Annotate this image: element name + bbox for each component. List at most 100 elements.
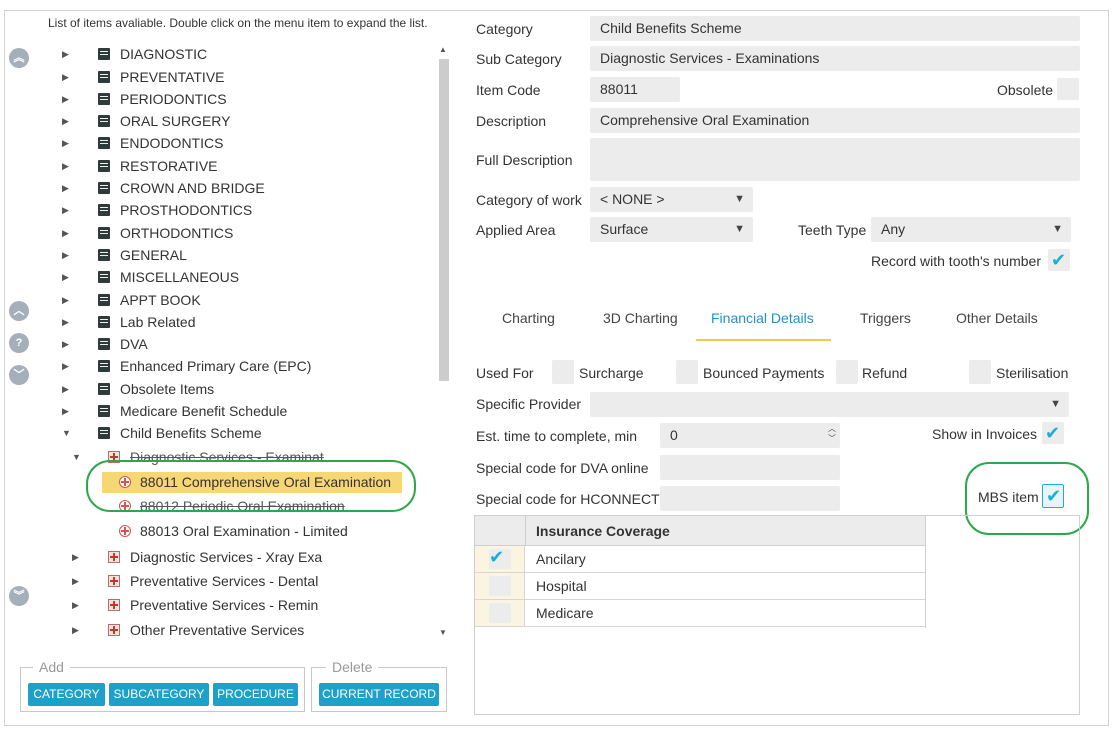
tab-other-details[interactable]: Other Details xyxy=(956,310,1038,326)
subcategory-icon xyxy=(108,575,120,587)
tree-procedure-label: 88013 Oral Examination - Limited xyxy=(140,523,348,539)
tab-charting[interactable]: Charting xyxy=(502,310,555,326)
expand-arrow-icon[interactable]: ▶ xyxy=(62,312,72,332)
row-label: Medicare xyxy=(536,605,594,621)
book-icon xyxy=(98,204,110,216)
row-check-cell: ✔ xyxy=(475,546,525,572)
subcategory-icon xyxy=(108,624,120,636)
help-icon[interactable]: ? xyxy=(9,333,29,353)
expand-arrow-icon[interactable]: ▶ xyxy=(62,334,72,354)
tree-subcategory-label: Other Preventative Services xyxy=(130,622,305,638)
chevron-down-icon: ▼ xyxy=(1052,223,1063,235)
tree-category-label: ENDODONTICS xyxy=(120,135,224,151)
full-description-label: Full Description xyxy=(476,152,573,168)
est-time-stepper[interactable]: 0 ︿ ﹀ xyxy=(660,423,840,448)
teeth-type-value: Any xyxy=(881,221,906,237)
expand-arrow-icon[interactable]: ▶ xyxy=(62,245,72,265)
expand-arrow-icon[interactable]: ▶ xyxy=(62,44,72,64)
book-icon xyxy=(98,93,110,105)
tree-category-label: ORTHODONTICS xyxy=(120,225,234,241)
expand-arrow-icon[interactable]: ▶ xyxy=(62,223,72,243)
expand-arrow-icon[interactable]: ▶ xyxy=(62,356,72,376)
expand-arrow-icon[interactable]: ▶ xyxy=(62,379,72,399)
expand-arrow-icon[interactable]: ▶ xyxy=(62,401,72,421)
spinner-arrows-icon[interactable]: ︿ ﹀ xyxy=(828,424,836,444)
record-tooth-label: Record with tooth's number xyxy=(871,253,1041,269)
table-row[interactable]: Hospital xyxy=(475,573,926,600)
add-procedure-button[interactable]: PROCEDURE xyxy=(213,683,298,706)
chevron-up-icon[interactable]: ︿ xyxy=(9,301,29,321)
tree-subcategory-label: Diagnostic Services - Xray Exa xyxy=(130,549,323,565)
tree-category-label: MISCELLANEOUS xyxy=(120,269,240,285)
item-code-field[interactable]: 88011 xyxy=(590,77,680,102)
bounced-payments-checkbox[interactable] xyxy=(676,360,698,384)
full-description-field[interactable] xyxy=(590,138,1080,181)
tree-category-label: APPT BOOK xyxy=(120,292,201,308)
chevron-down-icon[interactable]: ﹀ xyxy=(9,365,29,385)
expand-arrow-icon[interactable]: ▶ xyxy=(62,156,72,176)
table-row[interactable]: ✔ Ancilary xyxy=(475,546,926,573)
teeth-type-select[interactable]: Any ▼ xyxy=(871,217,1071,242)
chevron-down-icon: ▼ xyxy=(1050,398,1061,410)
scroll-thumb[interactable] xyxy=(439,59,449,381)
insurance-grid-header: Insurance Coverage xyxy=(475,516,926,546)
scroll-up-icon[interactable]: ▲ xyxy=(439,45,447,54)
obsolete-checkbox[interactable] xyxy=(1057,78,1079,100)
record-tooth-checkbox[interactable]: ✔ xyxy=(1048,249,1070,271)
tab-financial-details[interactable]: Financial Details xyxy=(711,310,814,326)
refund-checkbox[interactable] xyxy=(836,360,858,384)
sterilisation-checkbox[interactable] xyxy=(969,360,991,384)
tree-scrollbar[interactable]: ▲ ▼ xyxy=(437,45,451,637)
surcharge-checkbox[interactable] xyxy=(552,360,574,384)
add-legend: Add xyxy=(33,659,70,675)
subcategory-icon xyxy=(108,599,120,611)
tab-3d-charting[interactable]: 3D Charting xyxy=(603,310,678,326)
expand-arrow-icon[interactable]: ▶ xyxy=(72,620,82,640)
expand-arrow-icon[interactable]: ▶ xyxy=(62,133,72,153)
collapse-bottom-icon[interactable]: ︾ xyxy=(9,586,29,606)
row-checkbox[interactable] xyxy=(489,603,511,623)
table-row[interactable]: Medicare xyxy=(475,600,926,627)
hconnect-code-field[interactable] xyxy=(660,486,840,511)
expand-arrow-icon[interactable]: ▶ xyxy=(62,267,72,287)
subcategory-label: Sub Category xyxy=(476,51,562,67)
tree-hint: List of items avaliable. Double click on… xyxy=(48,16,428,30)
collapse-top-icon[interactable]: ︽ xyxy=(9,48,29,68)
book-icon xyxy=(98,160,110,172)
chevron-down-icon: ▼ xyxy=(734,223,745,235)
applied-area-select[interactable]: Surface ▼ xyxy=(590,217,753,242)
tree-category-label: PREVENTATIVE xyxy=(120,69,225,85)
collapse-arrow-icon[interactable]: ▼ xyxy=(72,447,82,467)
dva-code-field[interactable] xyxy=(660,455,840,480)
collapse-arrow-icon[interactable]: ▼ xyxy=(62,423,72,443)
scroll-down-icon[interactable]: ▼ xyxy=(439,628,447,637)
description-field[interactable]: Comprehensive Oral Examination xyxy=(590,108,1080,133)
expand-arrow-icon[interactable]: ▶ xyxy=(62,89,72,109)
obsolete-label: Obsolete xyxy=(997,82,1054,98)
expand-arrow-icon[interactable]: ▶ xyxy=(62,290,72,310)
subcategory-field[interactable]: Diagnostic Services - Examinations xyxy=(590,46,1080,71)
row-check-cell xyxy=(475,573,525,599)
show-invoices-checkbox[interactable]: ✔ xyxy=(1042,422,1064,444)
category-of-work-select[interactable]: < NONE > ▼ xyxy=(590,187,753,212)
expand-arrow-icon[interactable]: ▶ xyxy=(72,571,82,591)
show-invoices-label: Show in Invoices xyxy=(932,426,1038,442)
tree-subcategory-label: Preventative Services - Remin xyxy=(130,597,319,613)
expand-arrow-icon[interactable]: ▶ xyxy=(62,67,72,87)
tree-category-label: PERIODONTICS xyxy=(120,91,227,107)
specific-provider-label: Specific Provider xyxy=(476,396,582,412)
expand-arrow-icon[interactable]: ▶ xyxy=(62,200,72,220)
add-subcategory-button[interactable]: SUBCATEGORY xyxy=(109,683,209,706)
expand-arrow-icon[interactable]: ▶ xyxy=(62,111,72,131)
check-icon: ✔ xyxy=(489,547,505,567)
tab-triggers[interactable]: Triggers xyxy=(860,310,911,326)
delete-current-record-button[interactable]: CURRENT RECORD xyxy=(319,683,439,706)
description-label: Description xyxy=(476,113,547,129)
row-checkbox[interactable] xyxy=(489,576,511,596)
add-category-button[interactable]: CATEGORY xyxy=(28,683,105,706)
specific-provider-select[interactable]: ▼ xyxy=(590,392,1069,417)
expand-arrow-icon[interactable]: ▶ xyxy=(72,595,82,615)
category-field[interactable]: Child Benefits Scheme xyxy=(590,16,1080,41)
expand-arrow-icon[interactable]: ▶ xyxy=(72,547,82,567)
expand-arrow-icon[interactable]: ▶ xyxy=(62,178,72,198)
